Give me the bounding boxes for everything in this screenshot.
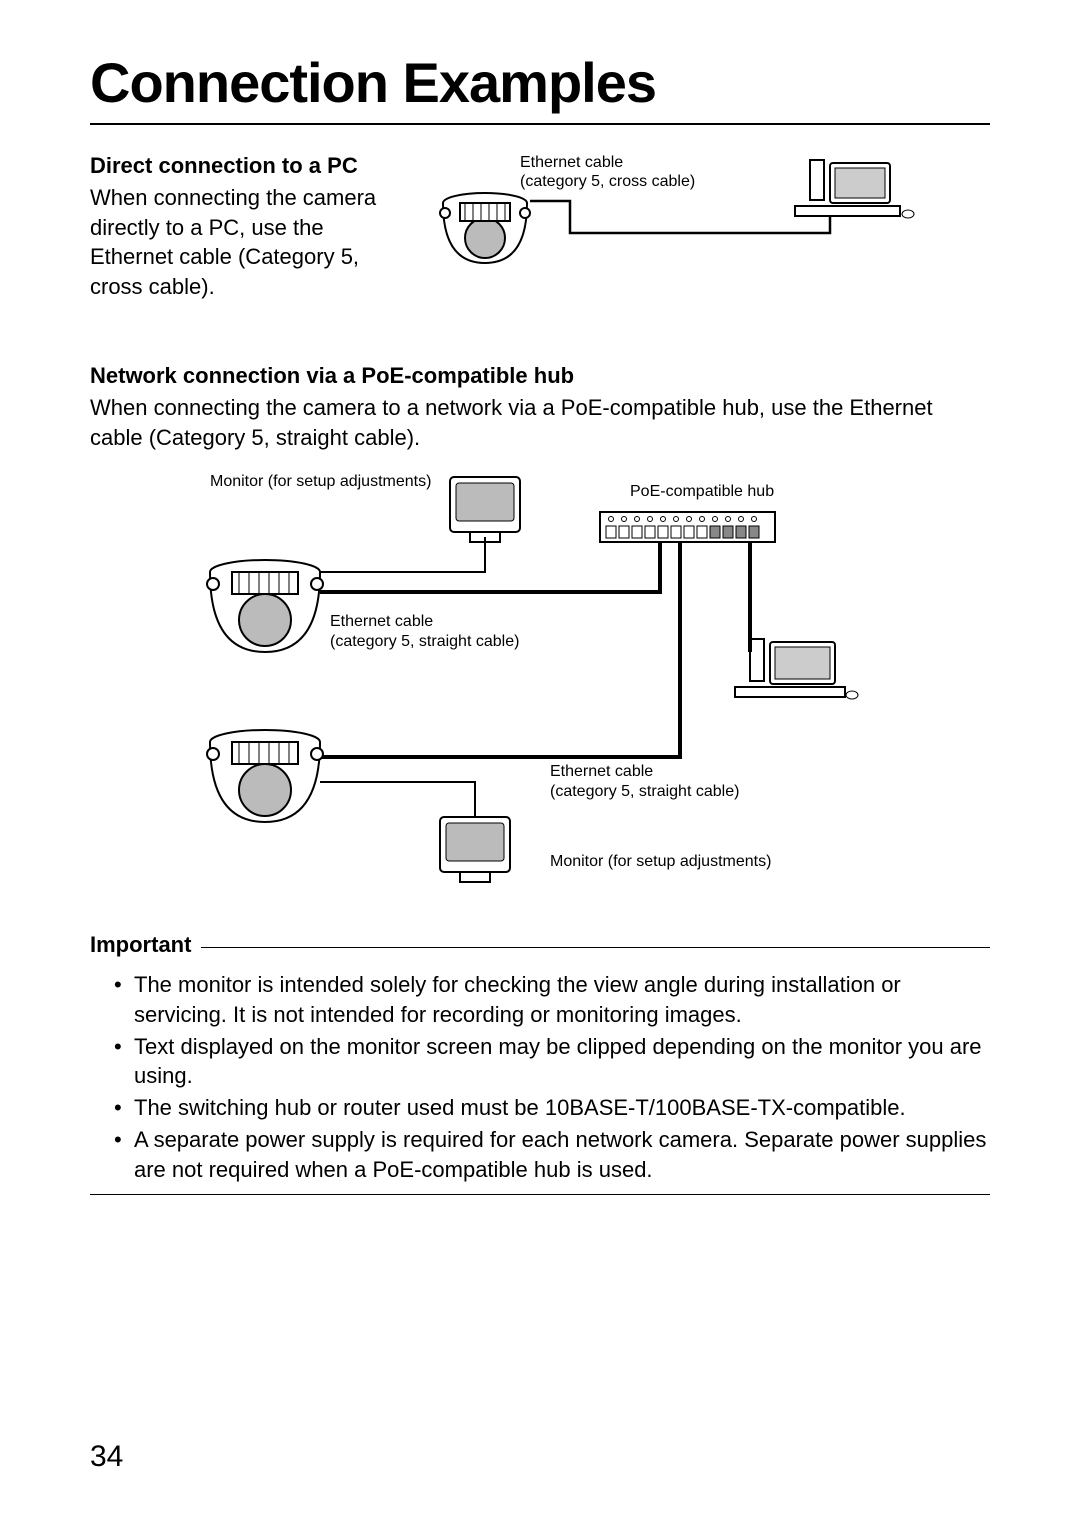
pc-icon <box>735 639 858 699</box>
diagram-poe-hub: Monitor (for setup adjustments) PoE-comp… <box>180 472 900 902</box>
important-heading-row: Important <box>90 932 990 962</box>
important-item: The monitor is intended solely for check… <box>114 970 990 1029</box>
section2-title: Network connection via a PoE-compatible … <box>90 363 990 389</box>
section1-title: Direct connection to a PC <box>90 153 400 179</box>
pc-icon <box>795 160 914 218</box>
important-end-rule <box>90 1194 990 1195</box>
section1-body: When connecting the camera directly to a… <box>90 183 400 302</box>
diagram-direct-connection: Ethernet cable (category 5, cross cable) <box>430 153 990 323</box>
important-item: Text displayed on the monitor screen may… <box>114 1032 990 1091</box>
important-item: A separate power supply is required for … <box>114 1125 990 1184</box>
dome-camera-icon <box>207 730 323 822</box>
important-heading: Important <box>90 932 191 958</box>
important-heading-rule <box>201 947 990 948</box>
crt-monitor-icon <box>450 477 520 542</box>
dome-camera-icon <box>440 193 530 263</box>
important-item: The switching hub or router used must be… <box>114 1093 990 1123</box>
page-number: 34 <box>90 1440 123 1474</box>
page-title: Connection Examples <box>90 50 990 115</box>
poe-hub-icon <box>600 512 775 542</box>
title-rule <box>90 123 990 125</box>
section-direct-connection: Direct connection to a PC When connectin… <box>90 153 990 323</box>
section2-body: When connecting the camera to a network … <box>90 393 990 452</box>
dome-camera-icon <box>207 560 323 652</box>
crt-monitor-icon <box>440 817 510 882</box>
important-list: The monitor is intended solely for check… <box>90 970 990 1184</box>
